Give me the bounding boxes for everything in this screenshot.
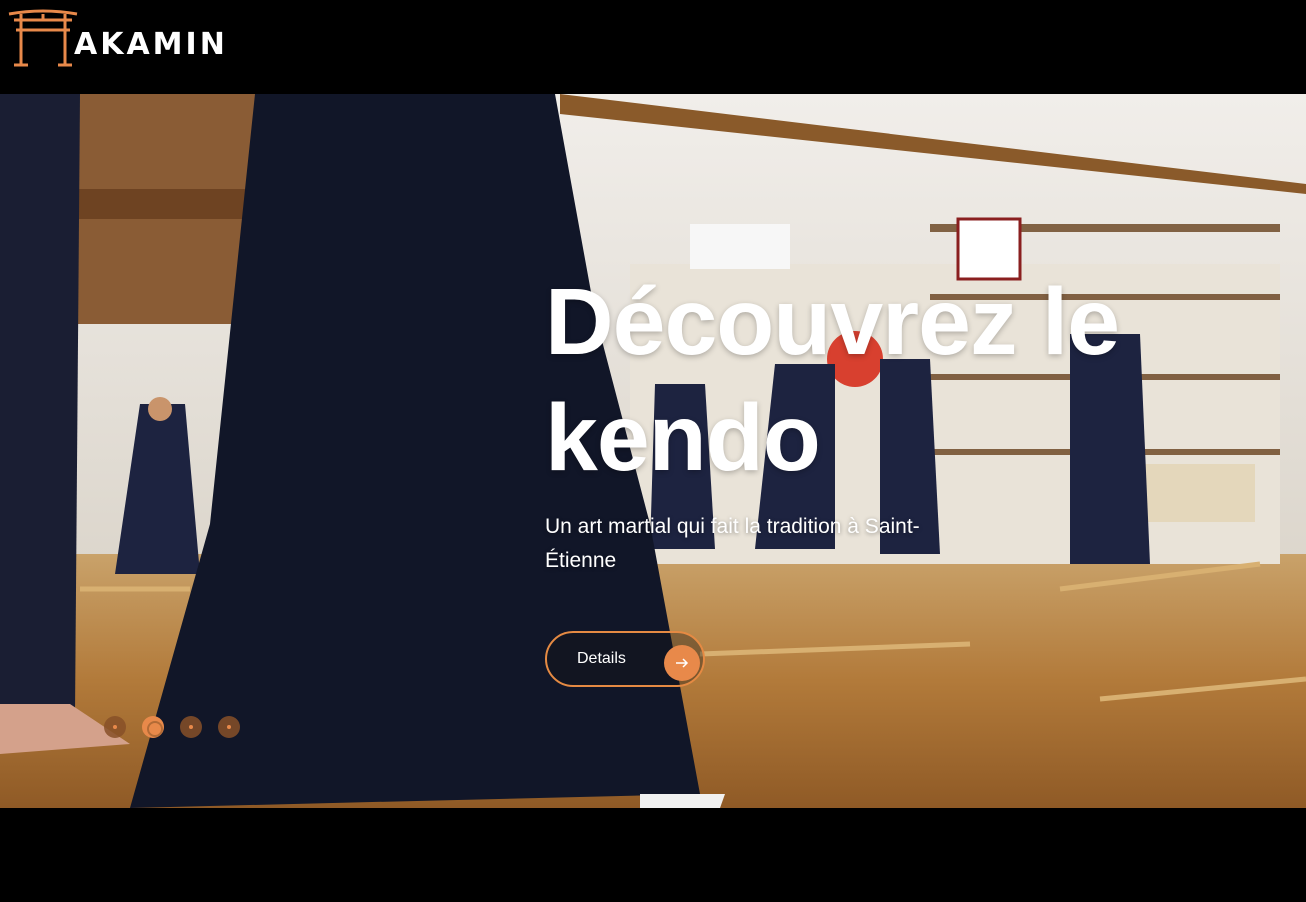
carousel-pagination [104, 716, 240, 738]
hero-title: Découvrez le kendo [545, 269, 1120, 491]
torii-gate-icon [8, 9, 78, 67]
carousel-dot-1[interactable] [104, 716, 126, 738]
arrow-right-icon [664, 645, 700, 681]
hero-slider: Découvrez le kendo Un art martial qui fa… [0, 94, 1306, 808]
logo-wordmark: AKAMIN [74, 26, 228, 62]
page-bottom-band [0, 808, 1306, 902]
details-button[interactable]: Details [545, 631, 705, 687]
carousel-dot-4[interactable] [218, 716, 240, 738]
site-header: AKAMIN [0, 0, 1306, 94]
logo[interactable]: AKAMIN [6, 8, 228, 68]
carousel-dot-3[interactable] [180, 716, 202, 738]
hero-subtitle: Un art martial qui fait la tradition à S… [545, 515, 920, 572]
details-button-label: Details [577, 650, 626, 667]
carousel-dot-2[interactable] [142, 716, 164, 738]
